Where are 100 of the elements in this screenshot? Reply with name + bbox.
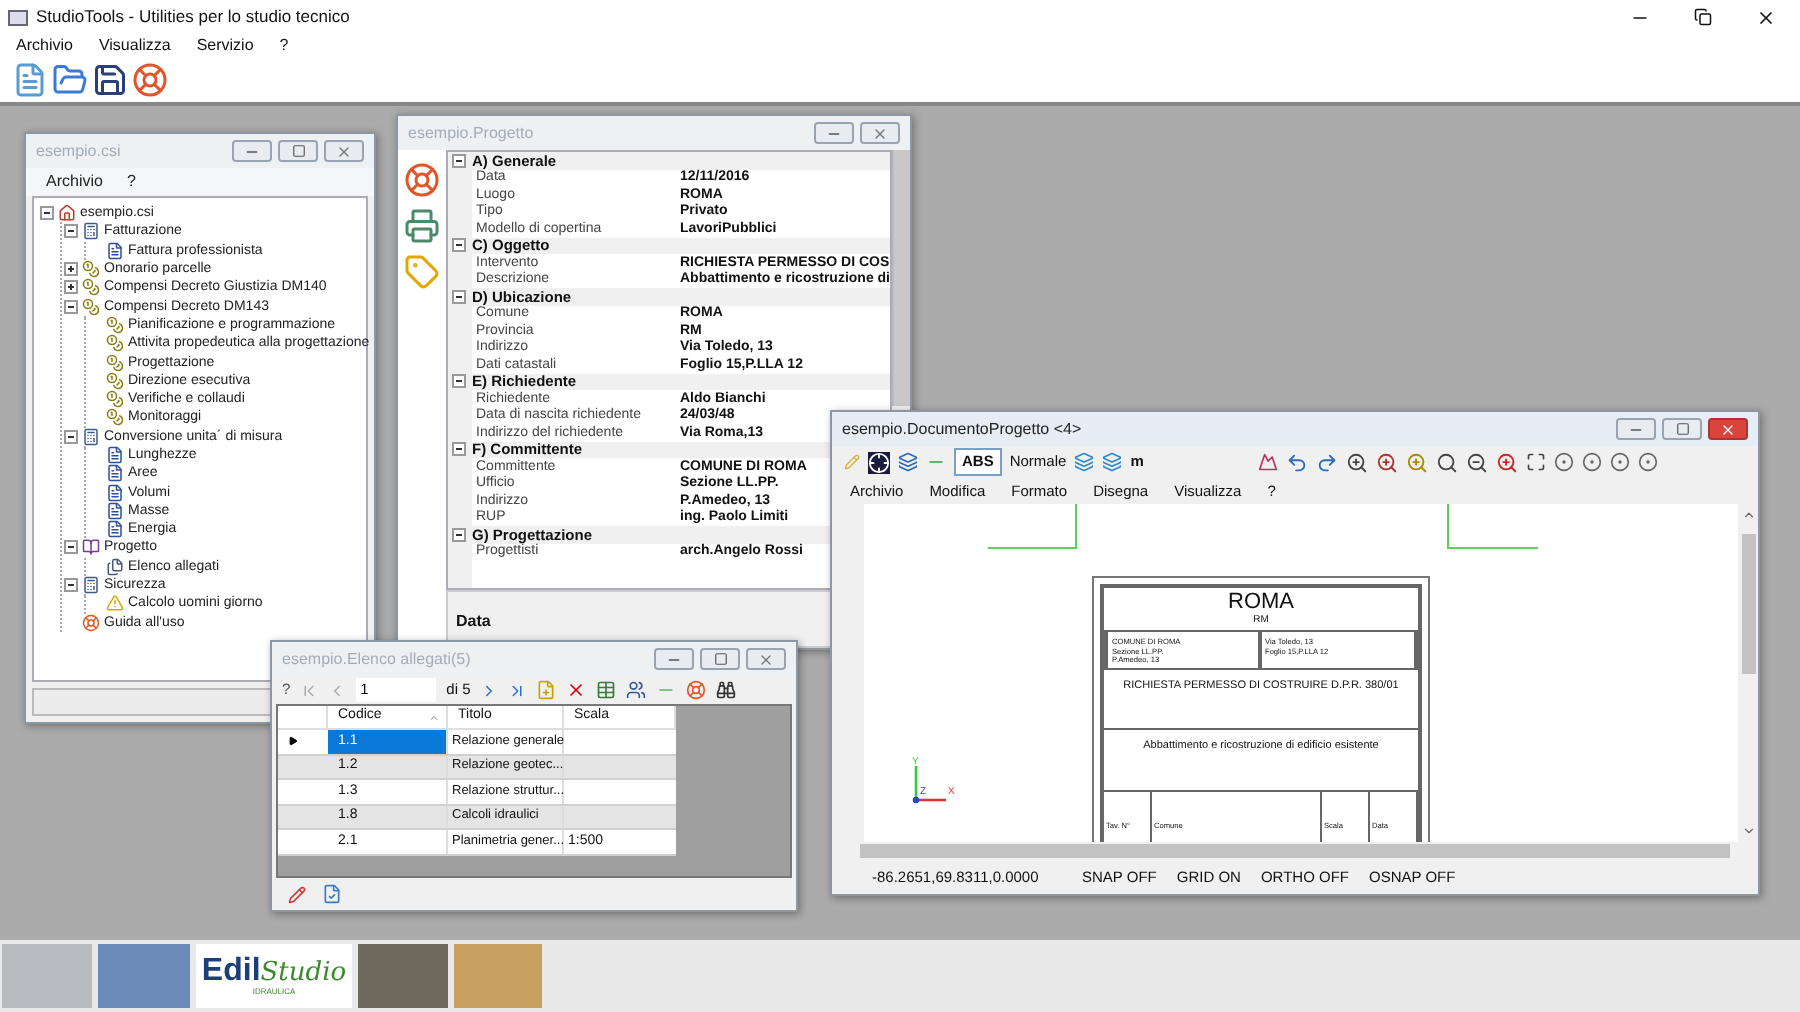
minimize-button[interactable]: [232, 140, 272, 162]
document-icon: [106, 446, 124, 464]
maximize-button[interactable]: [278, 140, 318, 162]
menu-item[interactable]: Archivio: [46, 170, 103, 194]
save-check-icon[interactable]: [322, 884, 342, 904]
maximize-button[interactable]: [700, 648, 740, 670]
scroll-down-icon[interactable]: [1741, 824, 1755, 838]
view-icon[interactable]: [1638, 452, 1659, 472]
save-icon[interactable]: [92, 62, 128, 98]
lifebuoy-icon[interactable]: [404, 162, 440, 198]
coins-icon: [106, 371, 124, 390]
document-icon: [106, 464, 124, 483]
layers-icon[interactable]: [898, 452, 918, 472]
zoom-icon[interactable]: [1436, 451, 1459, 473]
last-record-icon[interactable]: [508, 681, 527, 699]
scrollbar-thumb[interactable]: [860, 844, 1730, 858]
close-button[interactable]: [1708, 418, 1748, 440]
close-icon: [872, 125, 888, 141]
layers-icon[interactable]: [1102, 452, 1123, 472]
photo-placeholder: [454, 944, 542, 1008]
close-icon: [758, 651, 774, 667]
restore-icon[interactable]: [1694, 7, 1712, 25]
window-title: esempio.Progetto: [408, 121, 534, 145]
maximize-icon: [1675, 422, 1689, 436]
document-icon: [106, 241, 124, 260]
app-title: StudioTools - Utilities per lo studio tecnico: [36, 4, 350, 30]
guide-line: [988, 504, 1078, 550]
crosshair-icon[interactable]: [868, 451, 890, 473]
collapse-icon[interactable]: [452, 527, 466, 542]
collapse-icon[interactable]: [452, 238, 466, 253]
layers-icon[interactable]: [1074, 452, 1095, 472]
guide-line: [1446, 504, 1538, 550]
collapse-icon[interactable]: [39, 206, 53, 221]
binoculars-icon[interactable]: [716, 680, 737, 700]
zoom-icon[interactable]: [1346, 451, 1369, 473]
menu-item[interactable]: Archivio: [16, 34, 73, 58]
documents-icon: [106, 557, 124, 576]
users-icon[interactable]: [626, 680, 647, 700]
window-title: esempio.csi: [36, 139, 121, 163]
description-title: Data: [456, 612, 491, 631]
row-pointer-icon: [288, 736, 298, 747]
maximize-button[interactable]: [1662, 418, 1702, 440]
minimize-button[interactable]: [654, 648, 694, 670]
app-logo-icon: [8, 9, 28, 25]
undo-icon[interactable]: [1286, 451, 1309, 473]
close-icon[interactable]: [1756, 7, 1776, 27]
collapse-icon[interactable]: [63, 299, 77, 314]
calculator-icon: [82, 576, 100, 595]
vertical-scrollbar[interactable]: [892, 150, 910, 406]
collapse-icon[interactable]: [63, 429, 77, 444]
zoom-out-icon[interactable]: [1466, 451, 1489, 473]
collapse-icon[interactable]: [452, 289, 466, 304]
new-file-icon[interactable]: [12, 62, 48, 98]
collapse-icon[interactable]: [63, 540, 77, 555]
coins-icon: [82, 260, 100, 279]
logo-script: Studio: [260, 960, 347, 986]
minimize-button[interactable]: [814, 122, 854, 144]
collapse-icon[interactable]: [63, 578, 77, 593]
maximize-icon: [291, 144, 305, 158]
window-title: esempio.Elenco allegati(5): [282, 647, 471, 671]
scrollbar-thumb[interactable]: [1741, 533, 1755, 673]
logo-text: Edil: [201, 956, 261, 988]
books-icon: [82, 538, 100, 557]
coins-icon: [106, 315, 124, 334]
lifebuoy-icon[interactable]: [132, 62, 168, 98]
collapse-icon[interactable]: [452, 153, 466, 168]
warning-icon: [106, 594, 124, 613]
horizontal-scrollbar[interactable]: [832, 842, 1758, 860]
expand-icon[interactable]: [63, 262, 77, 277]
scroll-up-icon[interactable]: [1741, 508, 1755, 522]
expand-icon[interactable]: [63, 280, 77, 295]
menu-item[interactable]: ?: [279, 34, 289, 58]
printer-icon[interactable]: [404, 208, 440, 244]
pencil-icon[interactable]: [288, 885, 306, 903]
collapse-icon[interactable]: [63, 224, 77, 239]
photo-placeholder: [2, 944, 92, 1008]
coins-icon: [82, 297, 100, 316]
redo-icon[interactable]: [1316, 451, 1339, 473]
menu-item[interactable]: ?: [126, 170, 136, 194]
view-icon[interactable]: [1554, 452, 1575, 472]
menu-item[interactable]: Visualizza: [98, 34, 171, 58]
menu-item[interactable]: Servizio: [196, 34, 254, 58]
coins-icon: [106, 390, 124, 409]
delete-icon[interactable]: [566, 680, 587, 700]
document-icon: [106, 520, 124, 539]
collapse-icon[interactable]: [452, 442, 466, 457]
table-icon[interactable]: [596, 680, 617, 700]
minimize-button[interactable]: [1616, 418, 1656, 440]
coins-icon: [106, 334, 124, 353]
folder-icon[interactable]: [52, 62, 88, 98]
close-icon: [1720, 421, 1736, 437]
coins-icon: [106, 353, 124, 372]
collapse-icon[interactable]: [452, 374, 466, 389]
zoom-extents-icon[interactable]: [1526, 452, 1547, 472]
zoom-in-icon[interactable]: [1496, 451, 1519, 473]
zoom-icon[interactable]: [1376, 451, 1399, 473]
view-icon[interactable]: [1610, 452, 1631, 472]
lifebuoy-icon[interactable]: [686, 680, 707, 700]
view-icon[interactable]: [1582, 452, 1603, 472]
photo-placeholder: [358, 944, 448, 1008]
